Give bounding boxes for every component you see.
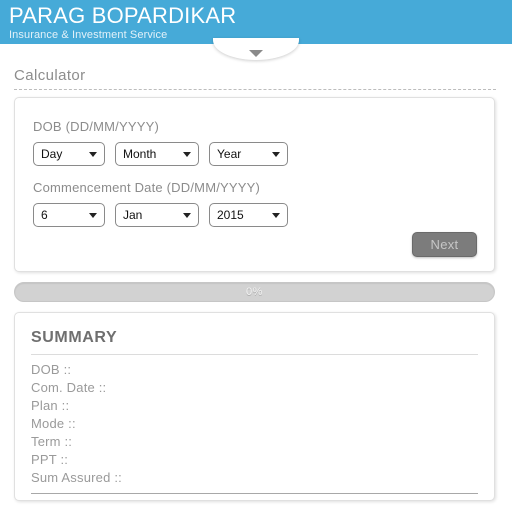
caret-down-icon (89, 212, 97, 218)
list-item: Sum Assured :: (31, 470, 122, 485)
section-title: Calculator (14, 67, 86, 84)
commencement-date-label: Commencement Date (DD/MM/YYYY) (33, 180, 261, 195)
dob-year-value: Year (217, 147, 242, 161)
commencement-select-row: 6 Jan 2015 (33, 203, 476, 227)
list-item: Mode :: (31, 416, 76, 431)
commencement-day-value: 6 (41, 208, 48, 222)
commencement-year-value: 2015 (217, 208, 244, 222)
commencement-year-select[interactable]: 2015 (209, 203, 288, 227)
app-page: PARAG BOPARDIKAR Insurance & Investment … (0, 0, 512, 512)
commencement-day-select[interactable]: 6 (33, 203, 105, 227)
commencement-month-select[interactable]: Jan (115, 203, 199, 227)
list-item: DOB :: (31, 362, 72, 377)
commencement-month-value: Jan (123, 208, 143, 222)
caret-down-icon (183, 151, 191, 157)
list-item: Plan :: (31, 398, 70, 413)
caret-down-icon (183, 212, 191, 218)
next-button[interactable]: Next (412, 232, 477, 257)
summary-list: DOB :: Com. Date :: Plan :: Mode :: Term… (31, 361, 478, 487)
summary-card: SUMMARY DOB :: Com. Date :: Plan :: Mode… (14, 312, 495, 501)
page-title: PARAG BOPARDIKAR (9, 3, 237, 28)
list-item: Com. Date :: (31, 380, 107, 395)
calculator-form-card: DOB (DD/MM/YYYY) Day Month Year Commence… (14, 97, 495, 272)
dob-year-select[interactable]: Year (209, 142, 288, 166)
caret-down-icon (272, 212, 280, 218)
dob-month-select[interactable]: Month (115, 142, 199, 166)
summary-divider-bottom (31, 493, 478, 494)
dob-day-value: Day (41, 147, 63, 161)
dob-label: DOB (DD/MM/YYYY) (33, 119, 159, 134)
dob-select-row: Day Month Year (33, 142, 476, 166)
section-header: Calculator (14, 66, 498, 90)
header-pull-tab[interactable] (213, 38, 299, 60)
list-item: PPT :: (31, 452, 69, 467)
dob-day-select[interactable]: Day (33, 142, 105, 166)
summary-title: SUMMARY (31, 329, 118, 346)
section-divider (14, 89, 496, 90)
progress-bar[interactable]: 0% (14, 282, 495, 302)
dob-month-value: Month (123, 147, 157, 161)
chevron-down-icon (249, 50, 263, 57)
caret-down-icon (89, 151, 97, 157)
list-item: Term :: (31, 434, 73, 449)
caret-down-icon (272, 151, 280, 157)
summary-divider-top (31, 354, 478, 355)
progress-label: 0% (246, 286, 263, 298)
